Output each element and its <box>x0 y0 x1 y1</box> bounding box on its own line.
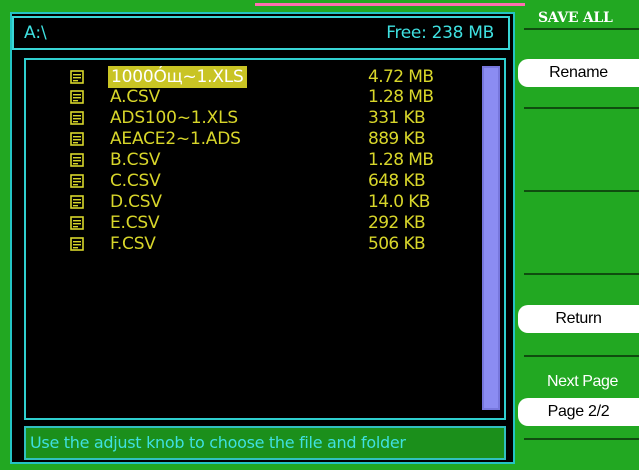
path-bar: A:\ Free: 238 MB <box>12 16 510 50</box>
file-name: D.CSV <box>110 192 162 212</box>
scrollbar[interactable] <box>482 66 500 410</box>
current-path: A:\ <box>24 23 47 43</box>
file-name: E.CSV <box>110 213 160 233</box>
free-space: Free: 238 MB <box>386 23 494 43</box>
menu-divider <box>524 438 639 440</box>
file-row[interactable]: C.CSV 648 KB <box>26 170 466 192</box>
return-button[interactable]: Return <box>518 305 639 333</box>
file-name: 1000Óщ~1.XLS <box>108 66 247 88</box>
document-icon <box>70 70 84 84</box>
file-name: F.CSV <box>110 234 156 254</box>
document-icon <box>70 111 84 125</box>
menu-divider <box>524 273 639 275</box>
file-size: 889 KB <box>368 129 426 149</box>
file-name: A.CSV <box>110 87 161 107</box>
file-row[interactable]: D.CSV 14.0 KB <box>26 191 466 213</box>
file-size: 648 KB <box>368 171 426 191</box>
menu-divider <box>524 190 639 192</box>
file-size: 292 KB <box>368 213 426 233</box>
menu-divider <box>524 28 639 30</box>
file-row[interactable]: 1000Óщ~1.XLS 4.72 MB <box>26 66 466 88</box>
file-list[interactable]: 1000Óщ~1.XLS 4.72 MB A.CSV 1.28 MB ADS100~1.… <box>24 58 506 420</box>
file-size: 4.72 MB <box>368 67 434 87</box>
next-page-label[interactable]: Next Page <box>526 371 639 393</box>
file-row[interactable]: B.CSV 1.28 MB <box>26 149 466 171</box>
file-name: ADS100~1.XLS <box>110 108 238 128</box>
file-row[interactable]: E.CSV 292 KB <box>26 212 466 234</box>
page-indicator-button[interactable]: Page 2/2 <box>518 398 639 426</box>
document-icon <box>70 153 84 167</box>
status-message: Use the adjust knob to choose the file a… <box>24 426 506 460</box>
document-icon <box>70 216 84 230</box>
oscilloscope-screen: A:\ Free: 238 MB 1000Óщ~1.XLS 4.72 MB A.CS… <box>0 0 639 470</box>
file-size: 331 KB <box>368 108 426 128</box>
file-row[interactable]: ADS100~1.XLS 331 KB <box>26 107 466 129</box>
file-size: 506 KB <box>368 234 426 254</box>
document-icon <box>70 132 84 146</box>
file-name: B.CSV <box>110 150 161 170</box>
file-row[interactable]: A.CSV 1.28 MB <box>26 86 466 108</box>
file-size: 14.0 KB <box>368 192 430 212</box>
file-size: 1.28 MB <box>368 150 434 170</box>
menu-divider <box>524 355 639 357</box>
document-icon <box>70 90 84 104</box>
file-row[interactable]: AEACE2~1.ADS 889 KB <box>26 128 466 150</box>
file-row[interactable]: F.CSV 506 KB <box>26 233 466 255</box>
top-marker-line <box>255 3 525 6</box>
file-name: C.CSV <box>110 171 161 191</box>
document-icon <box>70 237 84 251</box>
file-name: AEACE2~1.ADS <box>110 129 241 149</box>
menu-divider <box>524 107 639 109</box>
file-size: 1.28 MB <box>368 87 434 107</box>
document-icon <box>70 174 84 188</box>
rename-button[interactable]: Rename <box>518 59 639 87</box>
menu-title: SAVE ALL <box>538 10 613 26</box>
document-icon <box>70 195 84 209</box>
